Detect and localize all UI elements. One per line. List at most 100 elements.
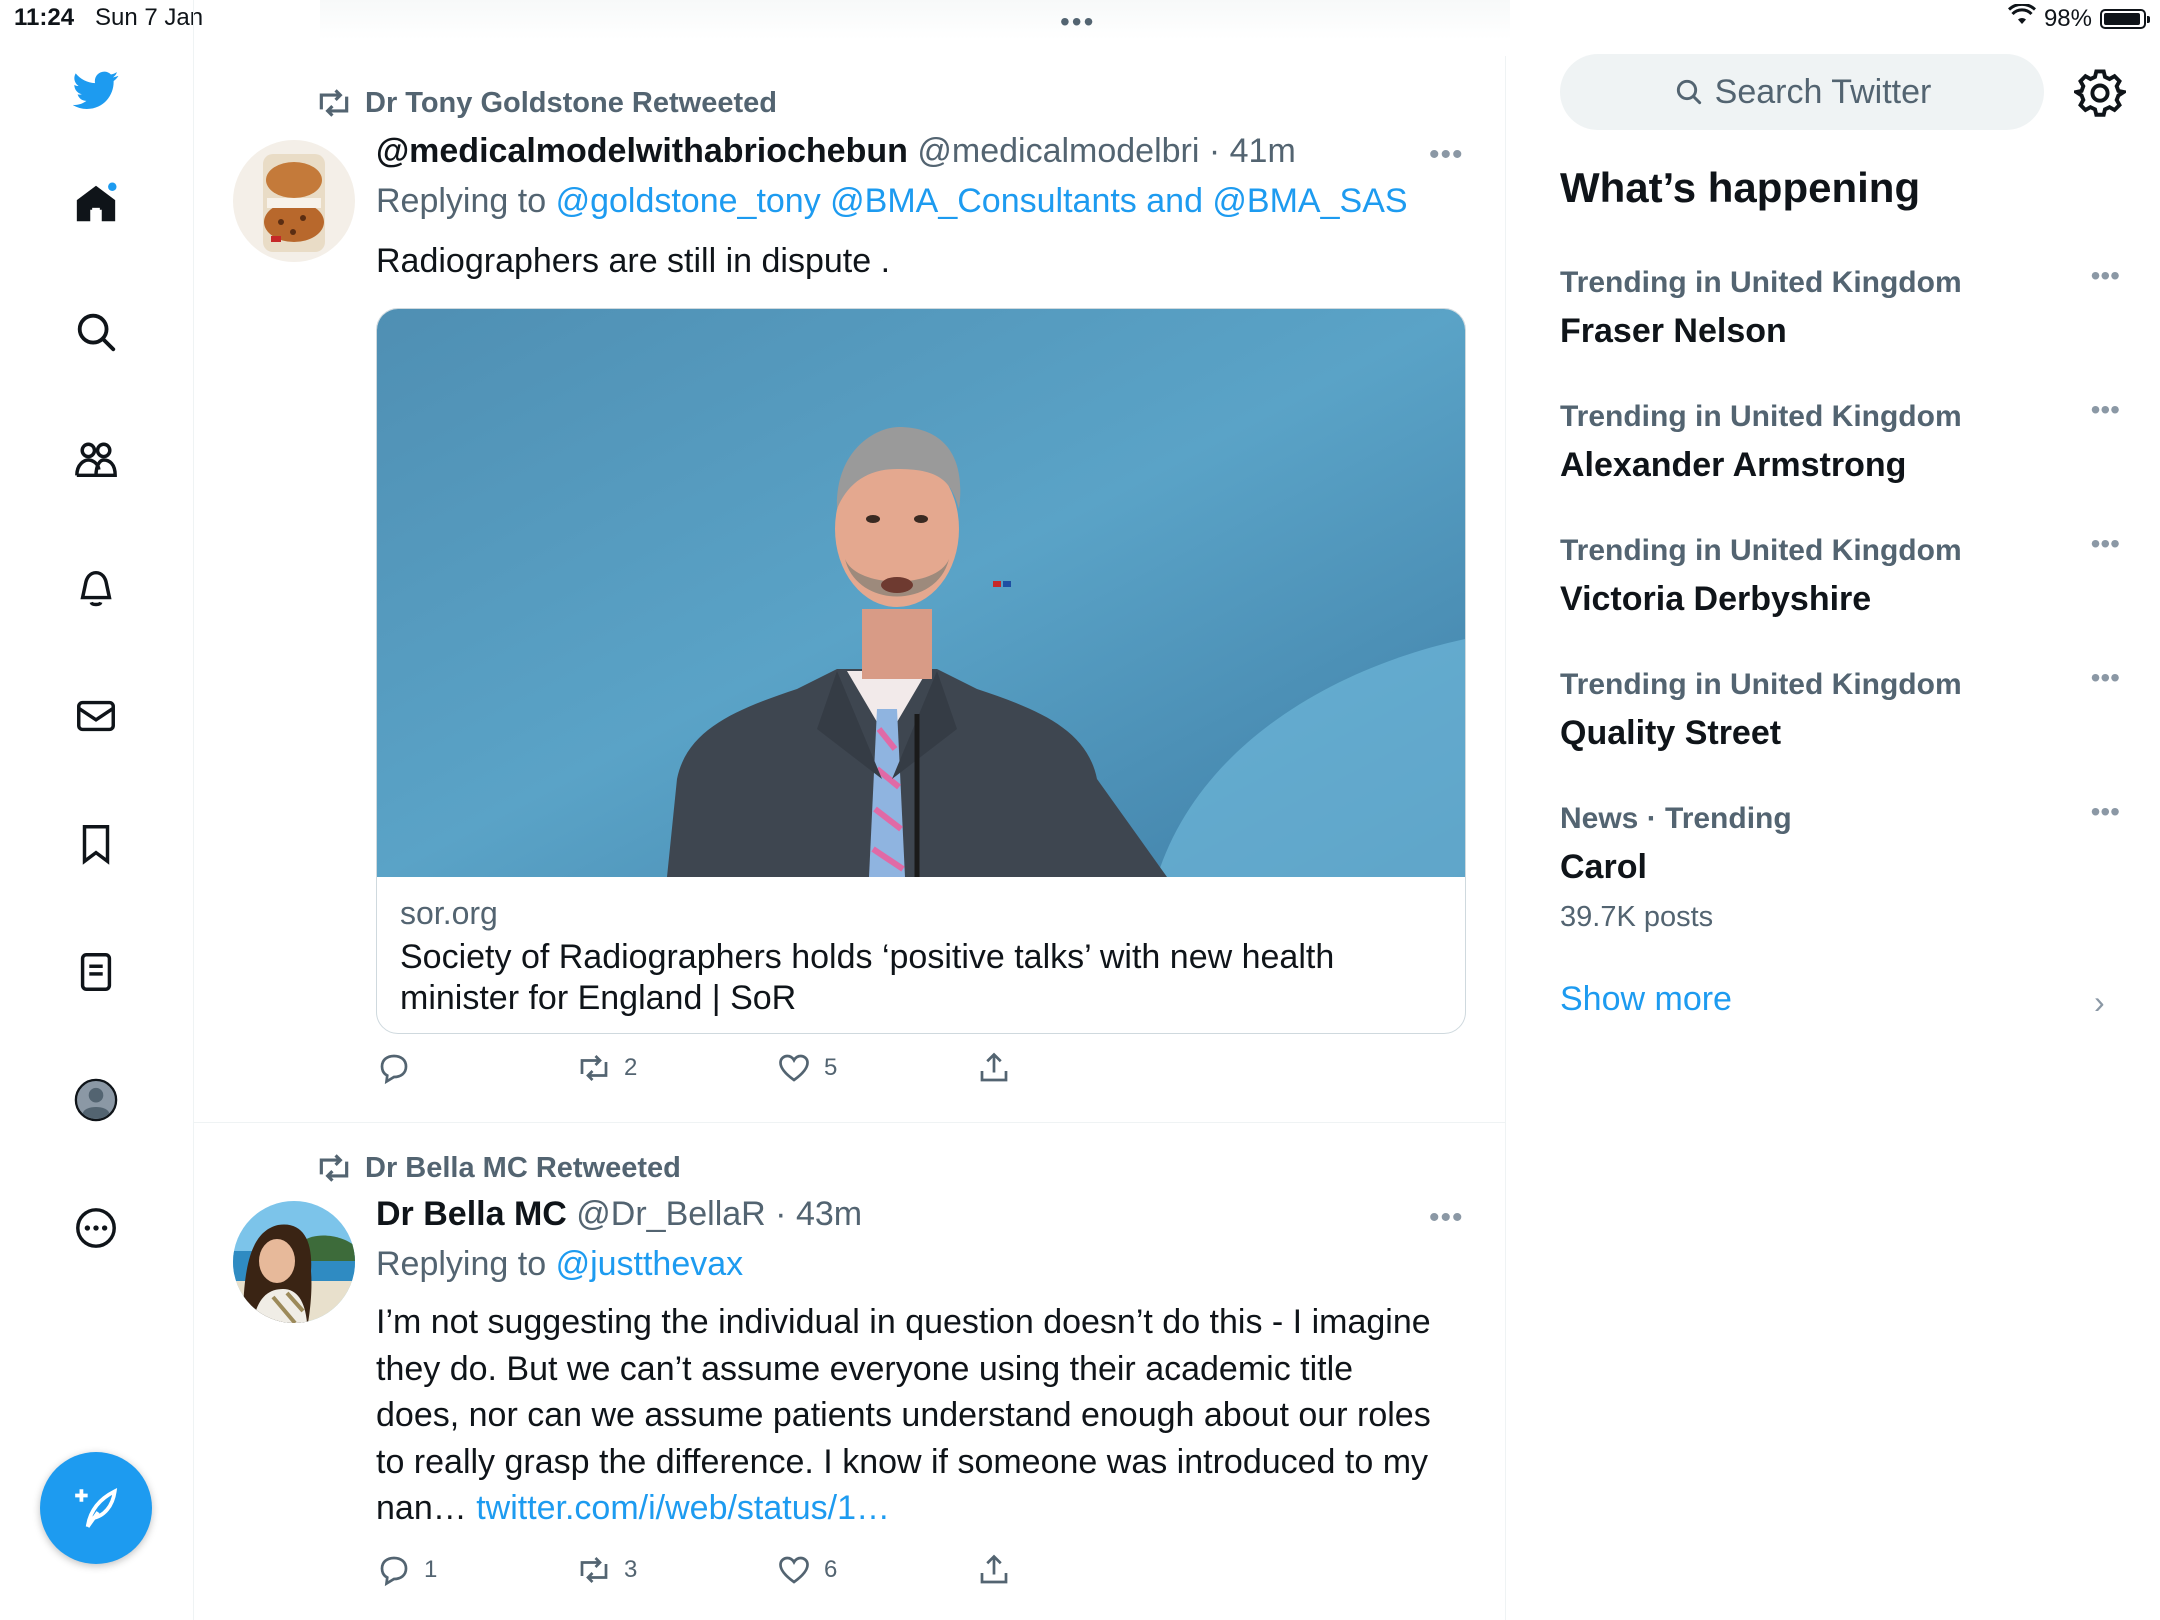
reply-button[interactable] — [376, 1050, 424, 1086]
reply-icon — [380, 1556, 408, 1587]
replying-prefix: Replying to — [376, 1245, 547, 1283]
replying-to: Replying to @goldstone_tony @BMA_Consult… — [376, 182, 1408, 221]
sidebar-nav — [0, 0, 194, 1620]
link-card[interactable]: sor.org Society of Radiographers holds ‘… — [376, 308, 1466, 1034]
trend-more-icon[interactable]: ••• — [2091, 394, 2120, 426]
trend-more-icon[interactable]: ••• — [2091, 260, 2120, 292]
like-button[interactable]: 6 — [776, 1552, 837, 1588]
tweet-header: Dr Bella MC @Dr_BellaR · 43m — [376, 1195, 862, 1234]
tweet-link[interactable]: twitter.com/i/web/status/1… — [476, 1489, 890, 1527]
section-heading: What’s happening — [1560, 164, 1921, 211]
communities-icon[interactable] — [62, 426, 130, 494]
status-indicators: 98% — [2007, 2, 2150, 33]
tweet-text: I’m not suggesting the individual in que… — [376, 1299, 1436, 1532]
like-button[interactable]: 5 — [776, 1050, 837, 1086]
retweet-button[interactable]: 3 — [576, 1552, 637, 1588]
retweet-icon — [319, 1154, 349, 1182]
battery-icon — [2100, 8, 2150, 29]
share-icon — [980, 1554, 1008, 1584]
tweet-more-icon[interactable]: ••• — [1429, 138, 1464, 172]
author-name[interactable]: Dr Bella MC — [376, 1195, 567, 1233]
trend-item[interactable]: Trending in United Kingdom Alexander Arm… — [1560, 394, 2120, 485]
tweet-text: Radiographers are still in dispute . — [376, 242, 891, 280]
like-count: 6 — [824, 1556, 838, 1583]
trend-name: Alexander Armstrong — [1560, 446, 1907, 484]
lists-icon[interactable] — [62, 938, 130, 1006]
retweet-icon — [580, 1557, 608, 1583]
trend-item[interactable]: Trending in United Kingdom Quality Stree… — [1560, 662, 2120, 753]
tweet[interactable]: Dr Tony Goldstone Retweeted @medicalmode… — [193, 56, 1505, 1122]
search-placeholder: Search Twitter — [1714, 72, 1932, 111]
author-name[interactable]: @medicalmodelwithabriochebun — [376, 132, 908, 170]
trend-context: Trending in United Kingdom — [1560, 534, 1962, 567]
trend-item[interactable]: Trending in United Kingdom Victoria Derb… — [1560, 528, 2120, 619]
share-button[interactable] — [976, 1552, 1012, 1588]
reply-icon — [380, 1054, 408, 1085]
trend-item[interactable]: Trending in United Kingdom Fraser Nelson… — [1560, 260, 2120, 351]
card-image — [377, 309, 1465, 877]
replying-to-links[interactable]: @goldstone_tony @BMA_Consultants and @BM… — [556, 182, 1408, 220]
tweet-more-icon[interactable]: ••• — [1429, 1201, 1464, 1235]
share-icon — [980, 1052, 1008, 1082]
search-icon — [1676, 79, 1701, 105]
retweet-context: Dr Tony Goldstone Retweeted — [315, 84, 777, 122]
home-icon[interactable] — [62, 170, 130, 238]
replying-to-links[interactable]: @justthevax — [556, 1245, 744, 1283]
messages-icon[interactable] — [62, 682, 130, 750]
trend-name: Quality Street — [1560, 714, 1782, 752]
trend-item[interactable]: News · Trending Carol 39.7K posts ••• — [1560, 796, 2120, 934]
tweet-actions: 1 3 6 — [376, 1552, 1076, 1596]
trend-more-icon[interactable]: ••• — [2091, 528, 2120, 560]
trend-more-icon[interactable]: ••• — [2091, 662, 2120, 694]
trend-more-icon[interactable]: ••• — [2091, 796, 2120, 828]
reply-button[interactable]: 1 — [376, 1552, 437, 1588]
trend-name: Victoria Derbyshire — [1560, 580, 1872, 618]
bookmarks-icon[interactable] — [62, 810, 130, 878]
search-icon[interactable] — [62, 298, 130, 366]
like-count: 5 — [824, 1054, 838, 1081]
author-handle-time[interactable]: @Dr_BellaR · 43m — [576, 1195, 862, 1233]
twitter-logo-icon[interactable] — [62, 56, 130, 124]
share-button[interactable] — [976, 1050, 1012, 1086]
show-more-link[interactable]: Show more — [1560, 980, 1732, 1019]
retweet-icon — [580, 1055, 608, 1081]
search-input[interactable]: Search Twitter — [1560, 54, 2044, 130]
wifi-icon — [2007, 2, 2036, 33]
trend-context: Trending in United Kingdom — [1560, 266, 1962, 299]
author-handle-time[interactable]: @medicalmodelbri · 41m — [917, 132, 1295, 170]
retweet-context: Dr Bella MC Retweeted — [315, 1149, 681, 1187]
trend-context: Trending in United Kingdom — [1560, 668, 1962, 701]
tweet-header: @medicalmodelwithabriochebun @medicalmod… — [376, 132, 1296, 171]
reply-count: 1 — [424, 1556, 438, 1583]
heart-icon — [779, 1556, 809, 1584]
multitasking-dots-icon[interactable]: ••• — [1060, 6, 1095, 38]
notifications-icon[interactable] — [62, 554, 130, 622]
trend-context: Trending in United Kingdom — [1560, 400, 1962, 433]
avatar[interactable] — [233, 1201, 355, 1323]
avatar[interactable] — [233, 140, 355, 262]
status-bar-background — [320, 0, 1510, 40]
profile-icon[interactable] — [62, 1066, 130, 1134]
retweet-icon — [319, 89, 349, 117]
retweet-count: 2 — [624, 1054, 638, 1081]
retweet-button[interactable]: 2 — [576, 1050, 637, 1086]
gear-icon[interactable] — [2074, 66, 2126, 118]
battery-percent: 98% — [2043, 4, 2092, 32]
compose-icon — [75, 1488, 118, 1528]
more-icon[interactable] — [62, 1194, 130, 1262]
heart-icon — [779, 1054, 809, 1082]
compose-button[interactable] — [40, 1452, 152, 1564]
tweet[interactable]: Dr Bella MC Retweeted Dr Bella MC @Dr_Be… — [193, 1123, 1505, 1620]
trend-name: Fraser Nelson — [1560, 312, 1787, 350]
replying-to: Replying to @justthevax — [376, 1245, 743, 1284]
retweet-count: 3 — [624, 1556, 638, 1583]
home-timeline: Dr Tony Goldstone Retweeted @medicalmode… — [193, 56, 1506, 1620]
trend-post-count: 39.7K posts — [1560, 901, 1714, 933]
retweeted-by: Dr Bella MC Retweeted — [365, 1151, 681, 1184]
trend-name: Carol — [1560, 848, 1647, 886]
trend-context: News · Trending — [1560, 802, 1792, 835]
card-domain: sor.org — [400, 895, 498, 931]
tweet-actions: 2 5 — [376, 1050, 1076, 1094]
chevron-right-icon: › — [2094, 984, 2105, 1020]
replying-prefix: Replying to — [376, 182, 547, 220]
